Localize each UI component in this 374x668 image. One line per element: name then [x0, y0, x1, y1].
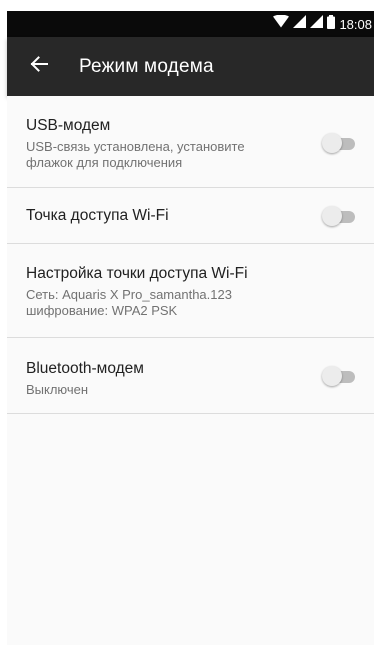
setting-subtitle: шифрование: WPA2 PSK [26, 303, 178, 318]
setting-title: Точка доступа Wi-Fi [26, 207, 169, 224]
wifi-hotspot-toggle[interactable] [322, 206, 356, 226]
settings-list: USB-модем USB-связь установлена, установ… [7, 96, 374, 645]
status-time: 18:08 [339, 16, 372, 32]
signal-icon [310, 15, 324, 33]
setting-usb-tethering[interactable]: USB-модем USB-связь установлена, установ… [7, 96, 374, 188]
setting-text: Точка доступа Wi-Fi [26, 206, 294, 226]
back-button[interactable] [15, 43, 63, 91]
arrow-left-icon [30, 56, 48, 77]
setting-title: USB-модем [26, 117, 111, 134]
top-margin [0, 0, 374, 11]
setting-subtitle: USB-связь установлена, установите [26, 139, 245, 154]
setting-text: USB-модем USB-связь установлена, установ… [26, 116, 294, 171]
left-margin [0, 11, 7, 645]
battery-icon [327, 14, 336, 34]
setting-bluetooth-tethering[interactable]: Bluetooth-модем Выключен [7, 338, 374, 414]
setting-wifi-hotspot-config[interactable]: Настройка точки доступа Wi-Fi Сеть: Aqua… [7, 244, 374, 338]
setting-title: Настройка точки доступа Wi-Fi [26, 265, 248, 282]
toggle-thumb [322, 206, 342, 226]
status-bar: 18:08 [7, 11, 374, 37]
setting-text: Настройка точки доступа Wi-Fi Сеть: Aqua… [26, 264, 355, 319]
signal-icon [293, 15, 307, 33]
wifi-icon [273, 14, 290, 33]
bottom-margin [0, 645, 374, 668]
setting-title: Bluetooth-модем [26, 360, 144, 377]
toggle-thumb [322, 366, 342, 386]
status-icons [273, 14, 336, 34]
toggle-thumb [322, 133, 342, 153]
setting-subtitle: Сеть: Aquaris X Pro_samantha.123 [26, 287, 232, 302]
setting-text: Bluetooth-модем Выключен [26, 359, 294, 398]
setting-wifi-hotspot[interactable]: Точка доступа Wi-Fi [7, 188, 374, 244]
bluetooth-tethering-toggle[interactable] [322, 366, 356, 386]
usb-tethering-toggle[interactable] [322, 133, 356, 153]
page-title: Режим модема [79, 55, 214, 77]
setting-subtitle: Выключен [26, 382, 89, 397]
setting-subtitle: флажок для подключения [26, 155, 183, 170]
app-bar: Режим модема [7, 37, 374, 96]
